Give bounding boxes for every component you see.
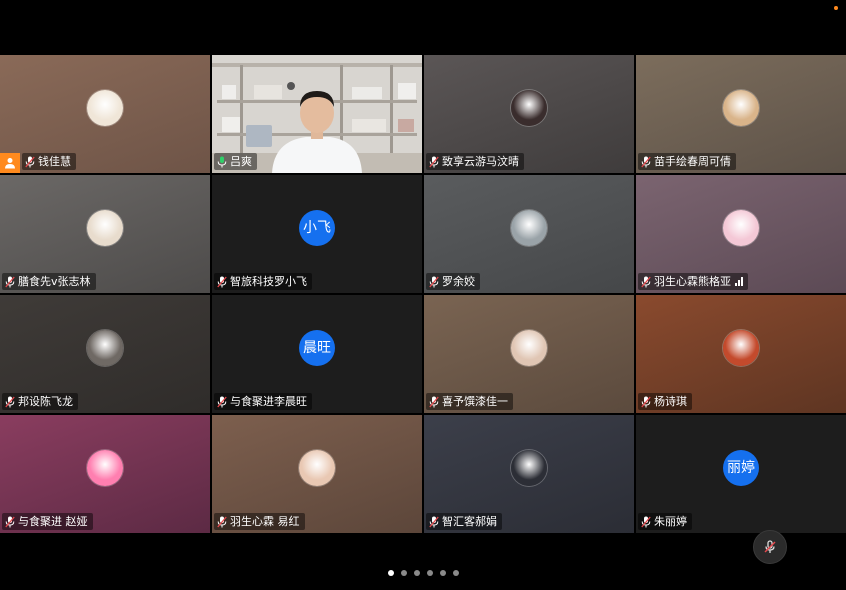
participant-name: 罗余姣 — [442, 275, 475, 288]
participant-name-tag: 羽生心霖 易红 — [214, 513, 305, 530]
participant-tile[interactable]: 丽婷朱丽婷 — [636, 415, 846, 533]
participant-name-tag: 与食聚进李晨旺 — [214, 393, 312, 410]
participant-name-tag: 智汇客郝娟 — [426, 513, 502, 530]
participant-tile[interactable]: 羽生心霖 易红 — [212, 415, 422, 533]
participant-name: 朱丽婷 — [654, 515, 687, 528]
mic-icon — [217, 156, 227, 167]
participant-name: 吕爽 — [230, 155, 252, 168]
participant-name: 羽生心霖 易红 — [230, 515, 300, 528]
avatar — [511, 90, 547, 126]
participant-tile[interactable]: 钱佳慧 — [0, 55, 210, 173]
participant-tile[interactable]: 苗手绘春周可倩 — [636, 55, 846, 173]
participant-name: 致享云游马汶晴 — [442, 155, 519, 168]
page-dot[interactable] — [452, 570, 459, 576]
mic-muted-icon — [5, 396, 15, 407]
participant-name-tag: 罗余姣 — [426, 273, 480, 290]
participant-name: 羽生心霖熊格亚 — [654, 275, 731, 288]
participant-tile[interactable]: 与食聚进 赵娅 — [0, 415, 210, 533]
avatar — [87, 330, 123, 366]
avatar — [723, 210, 759, 246]
mic-muted-icon — [641, 276, 651, 287]
avatar: 晨旺 — [299, 330, 335, 366]
participant-tile[interactable]: 吕爽 — [212, 55, 422, 173]
avatar: 丽婷 — [723, 450, 759, 486]
mic-muted-icon — [5, 516, 15, 527]
participant-name: 智汇客郝娟 — [442, 515, 497, 528]
page-dot[interactable] — [426, 570, 433, 576]
mic-muted-icon — [429, 156, 439, 167]
participant-tile[interactable]: 晨旺与食聚进李晨旺 — [212, 295, 422, 413]
mic-muted-icon — [217, 516, 227, 527]
participant-tile[interactable]: 小飞智旅科技罗小飞 — [212, 175, 422, 293]
participant-name-tag: 智旅科技罗小飞 — [214, 273, 312, 290]
participant-name-tag: 喜予馔漆佳一 — [426, 393, 513, 410]
avatar — [723, 330, 759, 366]
avatar — [511, 450, 547, 486]
mute-button[interactable] — [753, 530, 787, 564]
participant-tile[interactable]: 致享云游马汶晴 — [424, 55, 634, 173]
participant-tile[interactable]: 罗余姣 — [424, 175, 634, 293]
signal-strength-icon — [735, 277, 743, 286]
participant-name-tag: 朱丽婷 — [638, 513, 692, 530]
page-indicator — [0, 570, 846, 576]
avatar: 小飞 — [299, 210, 335, 246]
participant-name-tag: 吕爽 — [214, 153, 257, 170]
avatar — [87, 90, 123, 126]
participant-name: 与食聚进李晨旺 — [230, 395, 307, 408]
avatar — [723, 90, 759, 126]
participant-tile[interactable]: 膳食先v张志林 — [0, 175, 210, 293]
participant-grid: 钱佳慧 吕爽 致享云游马汶晴 苗手绘春周可倩 膳食先v张志林 小飞 智旅科技罗小飞 罗余姣 羽生… — [0, 55, 846, 535]
page-dot[interactable] — [387, 570, 394, 576]
recording-indicator — [834, 6, 838, 10]
mic-muted-icon — [641, 396, 651, 407]
participant-name: 苗手绘春周可倩 — [654, 155, 731, 168]
page-dot[interactable] — [400, 570, 407, 576]
avatar — [87, 450, 123, 486]
participant-name: 智旅科技罗小飞 — [230, 275, 307, 288]
avatar — [87, 210, 123, 246]
meeting-gallery-view: 钱佳慧 吕爽 致享云游马汶晴 苗手绘春周可倩 膳食先v张志林 小飞 智旅科技罗小飞 罗余姣 羽生… — [0, 0, 846, 590]
avatar — [511, 330, 547, 366]
participant-name-tag: 与食聚进 赵娅 — [2, 513, 93, 530]
page-dot[interactable] — [413, 570, 420, 576]
page-dot[interactable] — [439, 570, 446, 576]
participant-name-tag: 钱佳慧 — [22, 153, 76, 170]
participant-tile[interactable]: 智汇客郝娟 — [424, 415, 634, 533]
mic-muted-icon — [641, 516, 651, 527]
mic-muted-icon — [429, 516, 439, 527]
participant-name: 膳食先v张志林 — [18, 275, 91, 288]
participant-name: 喜予馔漆佳一 — [442, 395, 508, 408]
participant-tile[interactable]: 杨诗琪 — [636, 295, 846, 413]
participant-name: 杨诗琪 — [654, 395, 687, 408]
mic-muted-icon — [217, 276, 227, 287]
participant-name-tag: 邦设陈飞龙 — [2, 393, 78, 410]
mic-off-icon — [764, 540, 776, 553]
participant-name-tag: 苗手绘春周可倩 — [638, 153, 736, 170]
participant-name: 钱佳慧 — [38, 155, 71, 168]
mic-muted-icon — [5, 276, 15, 287]
person-icon — [5, 158, 15, 169]
participant-name: 邦设陈飞龙 — [18, 395, 73, 408]
participant-tile[interactable]: 羽生心霖熊格亚 — [636, 175, 846, 293]
participant-tile[interactable]: 邦设陈飞龙 — [0, 295, 210, 413]
mic-muted-icon — [641, 156, 651, 167]
host-badge — [0, 153, 20, 173]
mic-muted-icon — [429, 276, 439, 287]
participant-tile[interactable]: 喜予馔漆佳一 — [424, 295, 634, 413]
mic-muted-icon — [25, 156, 35, 167]
mic-muted-icon — [217, 396, 227, 407]
avatar — [511, 210, 547, 246]
participant-name-tag: 致享云游马汶晴 — [426, 153, 524, 170]
participant-name-tag: 杨诗琪 — [638, 393, 692, 410]
mic-muted-icon — [429, 396, 439, 407]
participant-name-tag: 羽生心霖熊格亚 — [638, 273, 748, 290]
participant-name-tag: 膳食先v张志林 — [2, 273, 96, 290]
participant-name: 与食聚进 赵娅 — [18, 515, 88, 528]
avatar — [299, 450, 335, 486]
